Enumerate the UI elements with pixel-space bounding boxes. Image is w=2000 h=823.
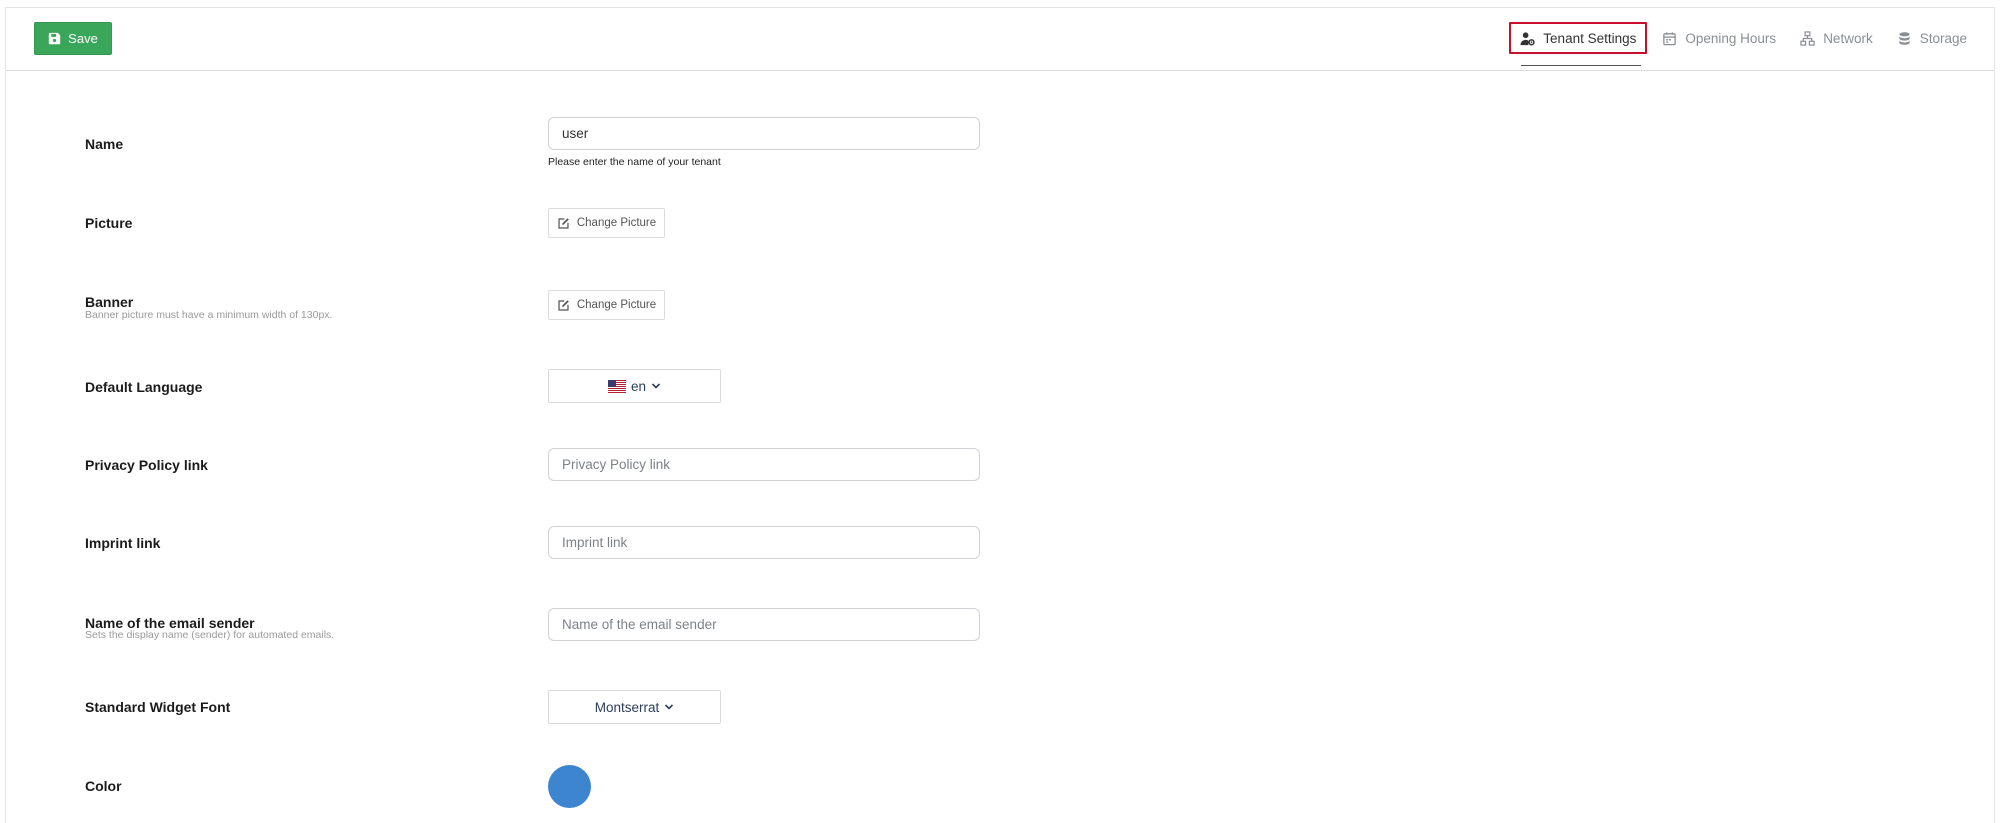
color-label: Color [85,778,122,794]
change-banner-button[interactable]: Change Picture [548,290,665,320]
name-help-text: Please enter the name of your tenant [548,156,721,168]
calendar-icon [1663,31,1677,45]
chevron-down-icon [665,704,674,710]
widget-font-select[interactable]: Montserrat [548,690,721,724]
settings-tabs: Tenant Settings Opening Hours Network St… [1503,22,1976,66]
top-toolbar: Save Tenant Settings Opening Hours Netwo… [6,8,1994,71]
name-label: Name [85,136,124,152]
edit-icon [558,217,569,229]
imprint-label: Imprint link [85,535,161,551]
database-icon [1899,31,1910,45]
banner-hint: Banner picture must have a minimum width… [85,309,333,321]
tab-label: Network [1823,30,1873,46]
tab-label: Storage [1919,30,1967,46]
user-gear-icon [1520,31,1536,45]
save-button[interactable]: Save [34,22,112,55]
change-picture-label: Change Picture [576,217,657,229]
picture-label: Picture [85,215,133,231]
language-select[interactable]: en [548,369,721,403]
tab-tenant-settings[interactable]: Tenant Settings [1509,22,1648,66]
edit-icon [558,299,569,311]
default-language-label: Default Language [85,379,203,395]
change-picture-button[interactable]: Change Picture [548,208,665,238]
banner-label: Banner [85,294,134,310]
save-button-label: Save [68,31,98,46]
widget-font-value: Montserrat [594,699,660,715]
us-flag-icon [607,379,626,393]
floppy-disk-icon [48,32,61,45]
network-icon [1800,30,1815,46]
tab-network[interactable]: Network [1791,22,1882,54]
tab-opening-hours[interactable]: Opening Hours [1653,22,1785,54]
settings-panel: Save Tenant Settings Opening Hours Netwo… [5,7,1995,823]
change-banner-label: Change Picture [576,299,657,311]
chevron-down-icon [651,383,661,389]
tab-storage[interactable]: Storage [1888,22,1976,54]
name-input[interactable] [548,117,980,150]
language-value: en [630,378,647,394]
widget-font-label: Standard Widget Font [85,699,231,715]
privacy-policy-label: Privacy Policy link [85,457,208,473]
tab-label: Tenant Settings [1543,30,1637,46]
imprint-input[interactable] [548,526,980,559]
privacy-policy-input[interactable] [548,448,980,481]
tab-label: Opening Hours [1685,30,1777,46]
color-picker-swatch[interactable] [548,765,591,808]
email-sender-input[interactable] [548,608,980,641]
email-sender-hint: Sets the display name (sender) for autom… [85,629,335,641]
